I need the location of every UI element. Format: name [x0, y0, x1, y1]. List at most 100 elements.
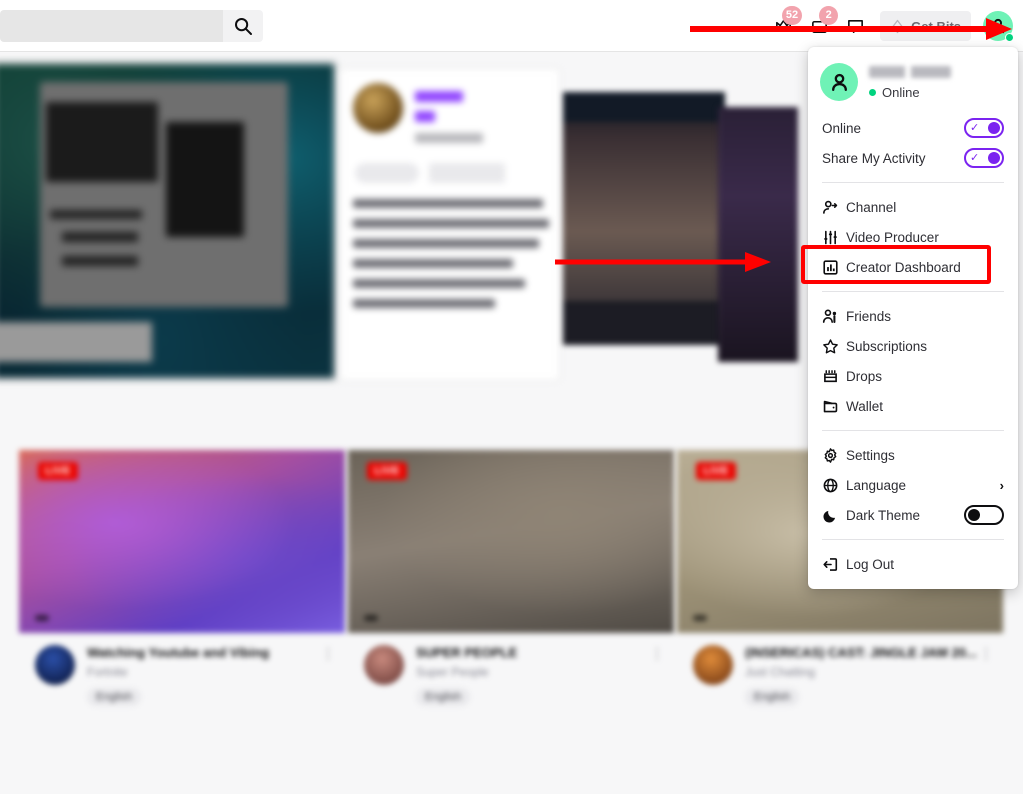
menu-item-friends[interactable]: Friends [808, 301, 1018, 331]
stream-card[interactable]: LIVE Watching Youtube and Vibing Fortnit… [19, 450, 345, 706]
stream-thumbnail[interactable]: LIVE [348, 450, 674, 633]
chat-icon [847, 19, 863, 33]
menu-item-channel[interactable]: Channel [808, 192, 1018, 222]
globe-icon [822, 477, 846, 494]
thumb-bar [50, 210, 142, 219]
toggle-label-online: Online [822, 120, 862, 136]
toggle-label-share-activity: Share My Activity [822, 150, 926, 166]
menu-item-wallet[interactable]: Wallet [808, 391, 1018, 421]
divider [822, 539, 1004, 540]
account-dropdown-menu: Online Online ✓ Share My Activity ✓ Chan… [808, 47, 1018, 589]
channel-tag-category[interactable] [429, 163, 505, 183]
star-icon [822, 338, 846, 355]
app-root: LIVE Watching Youtube and Vibing Fortnit… [0, 0, 1023, 794]
stream-title[interactable]: Watching Youtube and Vibing [87, 645, 321, 660]
menu-item-drops[interactable]: Drops [808, 361, 1018, 391]
menu-item-subscriptions[interactable]: Subscriptions [808, 331, 1018, 361]
menu-item-log-out[interactable]: Log Out [808, 549, 1018, 579]
crown-button[interactable]: 52 [766, 6, 803, 43]
menu-item-video-producer[interactable]: Video Producer [808, 222, 1018, 252]
menu-item-creator-dashboard[interactable]: Creator Dashboard [808, 252, 1018, 282]
featured-video-panel[interactable] [563, 92, 725, 345]
thumb-panel [166, 122, 244, 237]
inbox-badge: 2 [819, 6, 839, 25]
share-activity-toggle[interactable]: ✓ [964, 148, 1004, 168]
stream-card[interactable]: LIVE SUPER PEOPLE Super People English ⋮ [348, 450, 674, 706]
menu-label-creator-dashboard: Creator Dashboard [846, 259, 961, 275]
channel-tag-language[interactable] [355, 163, 419, 183]
video-panel-footer [563, 301, 725, 345]
stream-options-icon[interactable]: ⋮ [321, 645, 335, 706]
toggle-knob [988, 152, 1000, 164]
stream-category[interactable]: Fortnite [87, 665, 321, 679]
menu-label-video-producer: Video Producer [846, 229, 939, 245]
get-bits-label: Get Bits [911, 18, 961, 34]
stream-category[interactable]: Just Chatting [745, 665, 979, 679]
wallet-icon [822, 398, 846, 415]
menu-user-header[interactable]: Online [808, 55, 1018, 113]
toggle-row-share-activity[interactable]: Share My Activity ✓ [808, 143, 1018, 173]
thumb-bar [62, 256, 138, 266]
channel-viewers-redacted [415, 133, 483, 143]
menu-item-settings[interactable]: Settings [808, 440, 1018, 470]
inbox-button[interactable]: 2 [802, 6, 839, 43]
stream-options-icon[interactable]: ⋮ [650, 645, 664, 706]
stream-tag[interactable]: English [416, 688, 471, 706]
top-navigation-bar: 52 2 Get Bits [0, 0, 1023, 52]
toggle-knob [988, 122, 1000, 134]
divider [822, 182, 1004, 183]
logout-icon [822, 556, 846, 573]
stream-category[interactable]: Super People [416, 665, 650, 679]
chat-button[interactable] [838, 9, 872, 43]
check-icon: ✓ [970, 152, 980, 164]
featured-channel-card[interactable] [340, 68, 560, 381]
stream-title[interactable]: SUPER PEOPLE [416, 645, 650, 660]
stream-tag[interactable]: English [87, 688, 142, 706]
chevron-right-icon: › [999, 477, 1004, 493]
stream-title[interactable]: (INSERICAS) CAST: JINGLE JAM 20... [745, 645, 979, 660]
toggle-knob [968, 509, 980, 521]
user-avatar-icon [991, 18, 1005, 34]
crown-badge: 52 [781, 6, 803, 25]
viewer-count-badge [693, 615, 707, 621]
online-indicator [1005, 33, 1014, 42]
channel-avatar [353, 83, 403, 133]
dark-theme-toggle[interactable] [964, 505, 1004, 525]
search-button[interactable] [223, 10, 263, 42]
featured-video-panel-secondary[interactable] [718, 107, 798, 362]
streamer-avatar[interactable] [364, 645, 404, 685]
menu-status-label: Online [882, 84, 920, 100]
account-avatar-button[interactable] [983, 11, 1014, 42]
bits-diamond-icon [892, 19, 903, 33]
live-badge: LIVE [696, 462, 736, 480]
menu-user-status: Online [869, 85, 951, 100]
search-bar [0, 10, 263, 42]
stream-thumbnail[interactable]: LIVE [19, 450, 345, 633]
menu-item-dark-theme[interactable]: Dark Theme [808, 500, 1018, 530]
get-bits-button[interactable]: Get Bits [880, 11, 971, 41]
divider [822, 291, 1004, 292]
status-dot-icon [869, 88, 876, 96]
menu-label-log-out: Log Out [846, 556, 895, 572]
stream-tag[interactable]: English [745, 688, 800, 706]
toggle-row-online[interactable]: Online ✓ [808, 113, 1018, 143]
search-input[interactable] [0, 10, 223, 42]
channel-name-redacted [415, 91, 463, 102]
menu-label-channel: Channel [846, 199, 897, 215]
online-toggle[interactable]: ✓ [964, 118, 1004, 138]
menu-item-language[interactable]: Language › [808, 470, 1018, 500]
stream-meta: Watching Youtube and Vibing Fortnite Eng… [19, 633, 345, 706]
friends-icon [822, 308, 846, 325]
video-panel-header [563, 92, 725, 122]
streamer-avatar[interactable] [35, 645, 75, 685]
streamer-avatar[interactable] [693, 645, 733, 685]
stream-options-icon[interactable]: ⋮ [979, 645, 993, 706]
drops-chest-icon [822, 368, 846, 385]
menu-label-friends: Friends [846, 308, 892, 324]
featured-stream-thumbnail[interactable] [0, 62, 336, 380]
gear-icon [822, 447, 846, 464]
stream-meta: SUPER PEOPLE Super People English ⋮ [348, 633, 674, 706]
live-badge: LIVE [367, 462, 407, 480]
menu-label-subscriptions: Subscriptions [846, 338, 928, 354]
bar-chart-icon [822, 259, 846, 276]
